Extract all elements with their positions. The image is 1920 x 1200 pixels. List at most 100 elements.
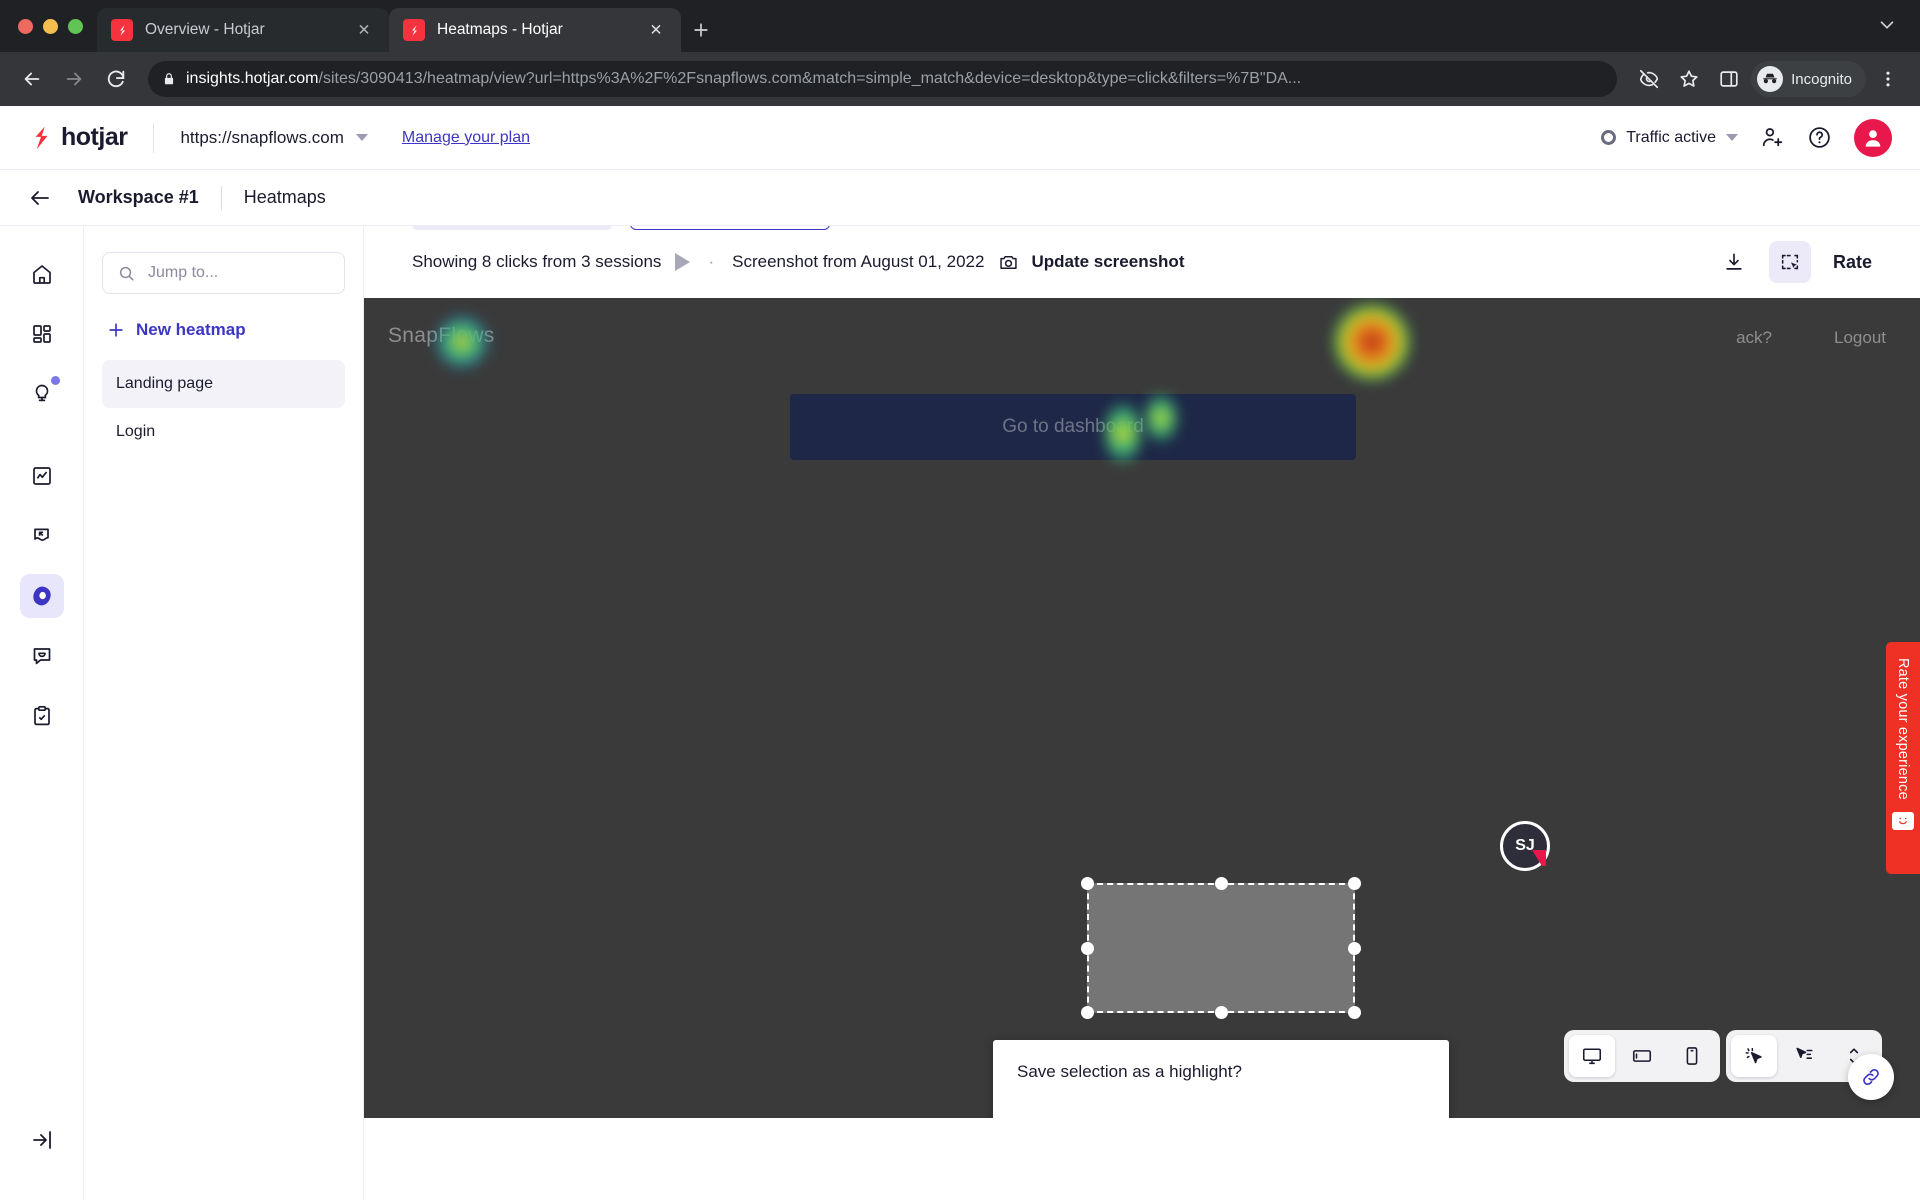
heat-blob — [1334, 304, 1410, 380]
info-right: Rate — [1713, 241, 1872, 283]
new-heatmap-button[interactable]: New heatmap — [102, 320, 345, 340]
chevron-down-icon — [355, 134, 368, 141]
search-box[interactable] — [102, 252, 345, 294]
hotjar-logo[interactable]: hotjar — [28, 123, 128, 152]
move-map-icon[interactable] — [1781, 1035, 1827, 1077]
browser-toolbar: insights.hotjar.com/sites/3090413/heatma… — [0, 52, 1920, 106]
search-icon — [117, 264, 136, 283]
help-icon[interactable] — [1807, 125, 1832, 150]
incognito-profile-button[interactable]: Incognito — [1751, 61, 1866, 97]
sidebar-item-feedback[interactable] — [20, 634, 64, 678]
bookmark-star-icon[interactable] — [1671, 61, 1707, 97]
cursor-pointer-icon — [1532, 850, 1546, 866]
browser-tab-heatmaps[interactable]: Heatmaps - Hotjar ✕ — [389, 8, 681, 52]
site-selector-label: https://snapflows.com — [180, 127, 344, 147]
captured-cta-button: Go to dashboard — [790, 394, 1356, 460]
window-close-button[interactable] — [18, 18, 33, 34]
sidebar-item-heatmaps[interactable] — [19, 574, 64, 618]
sidebar-item-funnels[interactable] — [20, 514, 64, 558]
side-panel-icon[interactable] — [1711, 61, 1747, 97]
click-map-icon[interactable] — [1731, 1035, 1777, 1077]
list-item[interactable]: Login — [102, 408, 345, 456]
window-minimize-button[interactable] — [43, 18, 58, 34]
viewer-tabs-cutoff — [412, 226, 830, 230]
address-bar[interactable]: insights.hotjar.com/sites/3090413/heatma… — [148, 61, 1618, 97]
resize-handle-ne[interactable] — [1348, 877, 1361, 890]
share-link-button[interactable] — [1848, 1054, 1894, 1100]
heatmap-canvas[interactable]: SnapFlows ack? Logout Go to dashboard SJ — [364, 298, 1920, 1118]
sidebar-item-insights[interactable] — [20, 372, 64, 416]
address-bar-text: insights.hotjar.com/sites/3090413/heatma… — [186, 70, 1301, 88]
captured-nav-logout: Logout — [1834, 328, 1886, 347]
info-separator: · — [708, 252, 715, 271]
incognito-icon — [1757, 66, 1784, 92]
back-button[interactable] — [20, 178, 60, 218]
forward-button[interactable] — [56, 61, 92, 97]
heat-blob — [1146, 394, 1176, 442]
info-left: Showing 8 clicks from 3 sessions · Scree… — [412, 252, 1184, 273]
new-tab-button[interactable] — [681, 8, 721, 52]
resize-handle-sw[interactable] — [1081, 1006, 1094, 1019]
resize-handle-se[interactable] — [1348, 1006, 1361, 1019]
highlight-selection[interactable] — [1081, 877, 1361, 1019]
manage-plan-link[interactable]: Manage your plan — [402, 129, 530, 147]
tab-cutoff-inactive[interactable] — [412, 226, 612, 230]
chrome-menu-icon[interactable] — [1870, 61, 1906, 97]
tablet-icon[interactable] — [1619, 1035, 1665, 1077]
heat-blob — [436, 316, 488, 368]
rate-button[interactable]: Rate — [1833, 252, 1872, 273]
resize-handle-n[interactable] — [1215, 877, 1228, 890]
browser-tab-title: Heatmaps - Hotjar — [437, 21, 563, 38]
rail-collapse-button[interactable] — [0, 1118, 84, 1178]
sidebar-item-surveys[interactable] — [20, 694, 64, 738]
close-icon[interactable]: ✕ — [353, 19, 375, 41]
hide-tracking-icon[interactable] — [1631, 61, 1667, 97]
hotjar-favicon — [111, 19, 133, 41]
collapse-icon[interactable] — [20, 1118, 64, 1162]
app-header: hotjar https://snapflows.com Manage your… — [0, 106, 1920, 170]
play-icon[interactable] — [675, 253, 691, 271]
heatmap-list-panel: New heatmap Landing page Login — [84, 226, 364, 1200]
site-selector[interactable]: https://snapflows.com — [180, 127, 368, 148]
showing-clicks-label: Showing 8 clicks from 3 sessions — [412, 252, 662, 271]
update-screenshot-button[interactable]: Update screenshot — [998, 252, 1184, 273]
sidebar-item-dashboards[interactable] — [20, 312, 64, 356]
screenshot-date-label: Screenshot from August 01, 2022 — [732, 252, 985, 271]
resize-handle-nw[interactable] — [1081, 877, 1094, 890]
avatar[interactable] — [1854, 118, 1892, 157]
search-input[interactable] — [148, 264, 330, 282]
camera-icon — [998, 252, 1019, 273]
traffic-status-selector[interactable]: Traffic active — [1601, 129, 1738, 147]
breadcrumb-workspace[interactable]: Workspace #1 — [78, 187, 199, 208]
download-icon[interactable] — [1713, 241, 1755, 283]
resize-handle-w[interactable] — [1081, 942, 1094, 955]
chevron-down-icon[interactable] — [1876, 14, 1898, 41]
heat-blob — [1106, 402, 1140, 464]
reload-button[interactable] — [98, 61, 134, 97]
browser-tab-overview[interactable]: Overview - Hotjar ✕ — [97, 8, 389, 52]
mobile-icon[interactable] — [1669, 1035, 1715, 1077]
address-path: /sites/3090413/heatmap/view?url=https%3A… — [318, 70, 1302, 87]
tab-cutoff-active[interactable] — [630, 226, 830, 230]
rate-experience-widget[interactable]: Rate your experience — [1886, 642, 1920, 874]
close-icon[interactable]: ✕ — [645, 19, 667, 41]
breadcrumb: Workspace #1 Heatmaps — [0, 170, 1920, 226]
resize-handle-s[interactable] — [1215, 1006, 1228, 1019]
sidebar-item-trends[interactable] — [20, 454, 64, 498]
list-item[interactable]: Landing page — [102, 360, 345, 408]
hotjar-wordmark: hotjar — [61, 123, 128, 151]
select-area-icon[interactable] — [1768, 241, 1811, 283]
nav-rail — [0, 226, 84, 1200]
sidebar-item-home[interactable] — [20, 252, 64, 296]
heatmap-viewer: Showing 8 clicks from 3 sessions · Scree… — [364, 226, 1920, 1200]
link-icon — [1863, 1068, 1879, 1086]
device-toggle-group — [1564, 1030, 1720, 1082]
invite-user-icon[interactable] — [1760, 125, 1785, 150]
viewer-info-bar: Showing 8 clicks from 3 sessions · Scree… — [412, 226, 1872, 298]
new-heatmap-label: New heatmap — [136, 320, 246, 339]
resize-handle-e[interactable] — [1348, 942, 1361, 955]
list-item-label: Login — [116, 423, 156, 440]
back-button[interactable] — [14, 61, 50, 97]
desktop-icon[interactable] — [1569, 1035, 1615, 1077]
window-maximize-button[interactable] — [68, 18, 83, 34]
